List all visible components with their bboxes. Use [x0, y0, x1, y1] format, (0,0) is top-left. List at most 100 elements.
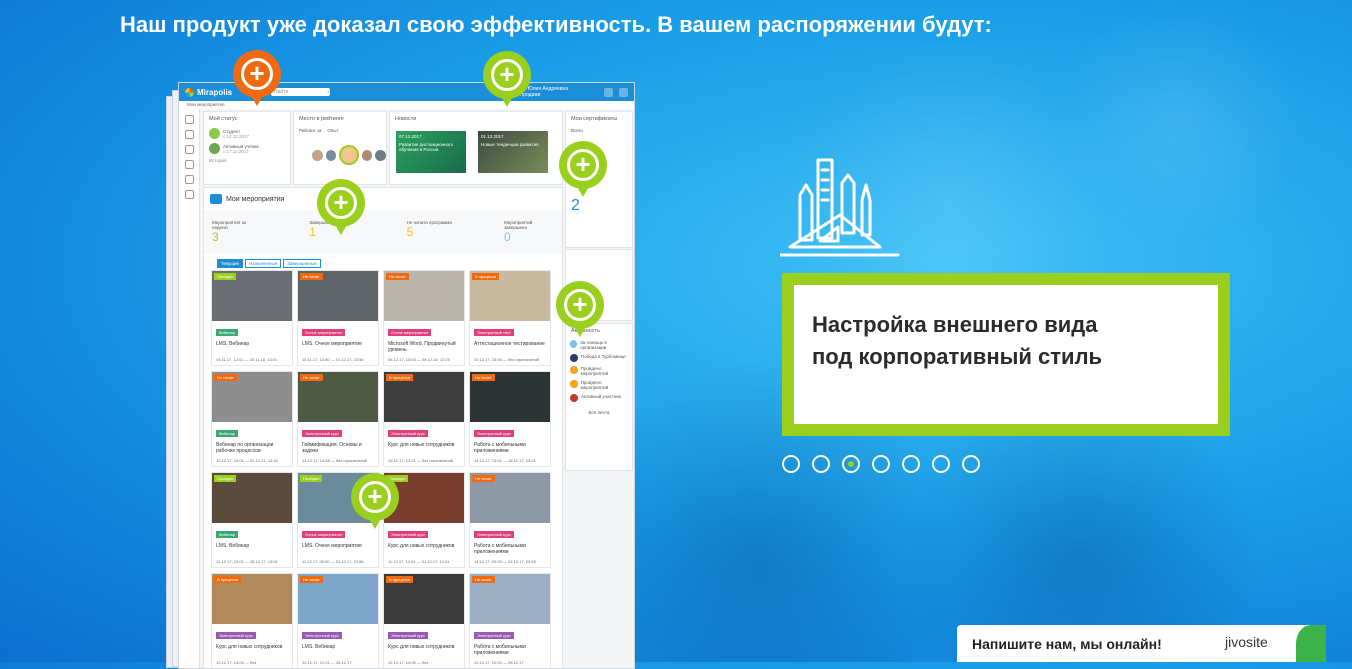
- stat: Мероприятия за неделю 3: [212, 220, 262, 244]
- status-item: Активный ученик с 17.11.2017: [204, 141, 290, 156]
- event-tile[interactable]: Не начат Электронный курс Работа с мобильн…: [469, 472, 551, 568]
- event-tile[interactable]: Не начат Очное мероприятие Microsoft Word.…: [383, 270, 465, 366]
- event-date: 14.12.17, 13:01 — 18.12.17, 15:01: [474, 458, 536, 463]
- event-tile[interactable]: В процессе Электронный курс Курс для новых…: [211, 573, 293, 668]
- activity-item: Пройдено мероприятий: [566, 364, 632, 378]
- event-date: 14.11.17, 12:01 — 28.11.18, 13:01: [216, 357, 278, 362]
- event-tile[interactable]: Пройден Вебинар LMS. Вебинар 12.12.17, 12:0…: [211, 472, 293, 568]
- rating-filter-label: Рейтинг за: [299, 128, 322, 133]
- event-name: LMS. Очное мероприятие: [302, 543, 362, 549]
- events-header: Мои мероприятия: [204, 188, 562, 210]
- news-item: 07.12.2017 Развитие дистанционного обучен…: [396, 131, 466, 173]
- certificates-all-label: Всего: [571, 128, 583, 133]
- feature-pin[interactable]: +: [559, 141, 607, 197]
- news-card: Новости 07.12.2017 Развитие дистанционног…: [389, 111, 563, 185]
- feature-pin[interactable]: +: [556, 281, 604, 337]
- drafting-tools-icon: [780, 158, 900, 257]
- event-tile[interactable]: Не начат Очное мероприятие LMS. Очное меро…: [297, 270, 379, 366]
- chat-message: Напишите нам, мы онлайн!: [972, 635, 1162, 652]
- plus-icon: +: [367, 481, 383, 511]
- event-type-tag: Электронный курс: [216, 632, 256, 639]
- event-tile[interactable]: Пройден Вебинар LMS. Вебинар 14.11.17, 12:0…: [211, 270, 293, 366]
- feature-card: Настройка внешнего вида под корпоративны…: [782, 273, 1230, 436]
- home-icon: [184, 130, 194, 139]
- news-text: Развитие дистанционного обучения в Росси…: [399, 142, 454, 152]
- rating-title: Место в рейтинге: [299, 116, 344, 122]
- event-date: 12.12.17, 12:01 — 28.12.17: [302, 660, 352, 665]
- feature-pin-orange[interactable]: +: [233, 50, 281, 106]
- feature-pin[interactable]: +: [317, 179, 365, 235]
- event-tile[interactable]: В процессе Электронный тест Аттестационное…: [469, 270, 551, 366]
- status-badge: Не начат: [472, 475, 495, 482]
- stat-value: 3: [212, 230, 219, 244]
- event-tile[interactable]: Не начат Вебинар Вебинар по организации ра…: [211, 371, 293, 467]
- activity-item: За помощь в организации: [566, 338, 632, 352]
- carousel-dot-7[interactable]: [962, 455, 980, 473]
- carousel-dot-4[interactable]: [872, 455, 890, 473]
- carousel-dot-3[interactable]: [842, 455, 860, 473]
- carousel-dot-6[interactable]: [932, 455, 950, 473]
- carousel-dots: [782, 455, 980, 473]
- activity-item: Пройдено мероприятий: [566, 378, 632, 392]
- stat-label: Мероприятий завершено: [503, 220, 533, 230]
- leaf-icon: [1296, 625, 1326, 662]
- status-badge: Пройден: [214, 273, 237, 280]
- event-type-tag: Электронный тест: [474, 329, 514, 336]
- carousel-dot-2[interactable]: [812, 455, 830, 473]
- event-name: Курс для новых сотрудников: [388, 543, 455, 549]
- rating-avatars: [294, 135, 387, 165]
- users-icon: [184, 175, 194, 184]
- page-headline: Наш продукт уже доказал свою эффективнос…: [120, 12, 992, 37]
- event-tile[interactable]: Не начат Электронный курс LMS. Вебинар 12.1…: [297, 573, 379, 668]
- event-date: 15.12.17, 12:01 — без ограничений: [388, 458, 453, 463]
- event-tabs: Текущие Назначенные Завершенные: [217, 259, 321, 268]
- events-icon: [210, 194, 222, 204]
- event-type-tag: Очное мероприятие: [388, 329, 432, 336]
- carousel-dot-1[interactable]: [782, 455, 800, 473]
- event-date: 12.12.17, 14:00 — без: [388, 660, 429, 665]
- event-date: 14.12.17, 14:58 — без ограничений: [302, 458, 367, 463]
- feature-pin[interactable]: +: [351, 473, 399, 529]
- activity-text: Активный участник: [581, 394, 621, 399]
- event-tile[interactable]: Не начат Электронный курс Работа с мобильн…: [469, 371, 551, 467]
- event-type-tag: Электронный курс: [474, 632, 514, 639]
- avatar: [361, 149, 373, 161]
- mockup-sidebar: [179, 109, 200, 668]
- news-date: 01.12.2017: [481, 134, 504, 139]
- activity-text: Пройдено мероприятий: [580, 380, 609, 390]
- carousel-dot-5[interactable]: [902, 455, 920, 473]
- event-type-tag: Электронный курс: [474, 430, 514, 437]
- activity-all-link: Вся лента: [588, 410, 610, 415]
- status-badge: Пройден: [300, 475, 323, 482]
- news-text: Новые тенденции развития: [481, 142, 539, 147]
- tab-completed: Завершенные: [283, 259, 321, 268]
- rating-card: Место в рейтинге Рейтинг за Опыт: [293, 111, 387, 185]
- event-tile[interactable]: В процессе Электронный курс Курс для новых…: [383, 573, 465, 668]
- status-badge: В процессе: [472, 273, 500, 280]
- event-name: Курс для новых сотрудников: [216, 644, 283, 650]
- event-name: LMS. Вебинар: [302, 644, 336, 650]
- pin-tail: [575, 183, 591, 197]
- stat-value: 5: [406, 225, 414, 239]
- award-icon: [570, 380, 578, 388]
- breadcrumb: Мои мероприятия: [179, 101, 634, 109]
- pin-tail: [499, 93, 515, 107]
- event-name: Курс для новых сотрудников: [388, 644, 455, 650]
- activity-text: За помощь в организации: [580, 340, 607, 350]
- award-icon: [570, 394, 578, 402]
- activity-text: Победа в Турбомище: [581, 354, 626, 359]
- avatar: [375, 149, 387, 161]
- chat-widget[interactable]: Напишите нам, мы онлайн! jivosite: [957, 625, 1326, 662]
- event-tile[interactable]: Не начат Электронный курс Геймификация. Ос…: [297, 371, 379, 467]
- status-badge: Не начат: [300, 576, 323, 583]
- collapse-icon: [184, 115, 194, 124]
- news-date: 07.12.2017: [399, 134, 422, 139]
- feature-text: Настройка внешнего вида под корпоративны…: [812, 312, 1103, 369]
- event-type-tag: Электронный курс: [388, 531, 428, 538]
- event-name: LMS. Вебинар: [216, 543, 250, 549]
- feature-pin[interactable]: +: [483, 51, 531, 107]
- event-type-tag: Электронный курс: [302, 430, 342, 437]
- event-tile[interactable]: В процессе Электронный курс Курс для новых…: [383, 371, 465, 467]
- event-name: Аттестационное тестирование: [474, 341, 545, 347]
- event-tile[interactable]: Не начат Электронный курс Работа с мобильн…: [469, 573, 551, 668]
